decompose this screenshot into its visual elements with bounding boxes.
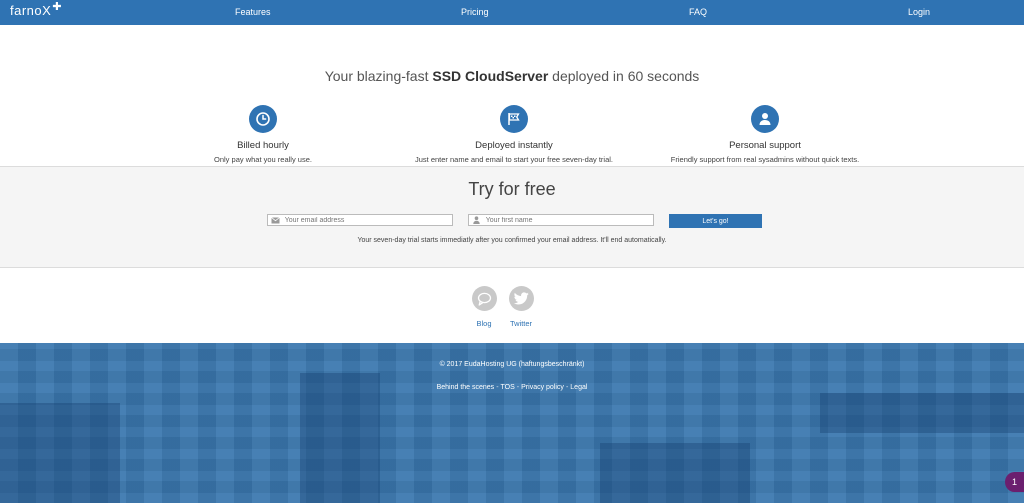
feature-deployed-instantly: Deployed instantly Just enter name and e… — [384, 105, 644, 164]
feature-title: Billed hourly — [237, 140, 289, 151]
email-input[interactable] — [282, 215, 452, 225]
footer-decor — [300, 373, 380, 503]
user-icon — [751, 105, 779, 133]
notification-badge[interactable]: 1 — [1005, 472, 1024, 492]
separator: - — [565, 384, 569, 391]
footer-link-tos[interactable]: TOS — [501, 384, 515, 391]
footer-link-privacy-policy[interactable]: Privacy policy — [521, 384, 564, 391]
blog-link[interactable]: Blog — [464, 319, 504, 328]
tagline-part: Your blazing-fast — [324, 68, 433, 84]
envelope-icon — [268, 216, 283, 224]
nav-link-login[interactable]: Login — [908, 7, 930, 17]
top-nav: farnoX ✚ Features Pricing FAQ Login — [0, 0, 1024, 25]
feature-personal-support: Personal support Friendly support from r… — [635, 105, 895, 164]
clock-icon — [249, 105, 277, 133]
feature-billed-hourly: Billed hourly Only pay what you really u… — [133, 105, 393, 164]
social-section: Blog Twitter — [0, 268, 1024, 343]
copyright: © 2017 EudaHosting UG (haftungsbeschränk… — [439, 361, 585, 368]
twitter-link[interactable]: Twitter — [501, 319, 541, 328]
logo-plus-icon: ✚ — [52, 1, 63, 13]
hero-section: Your blazing-fast SSD CloudServer deploy… — [0, 25, 1024, 167]
trial-note: Your seven-day trial starts immediatly a… — [357, 237, 667, 244]
chat-bubble-icon[interactable] — [471, 286, 497, 311]
nav-link-features[interactable]: Features — [235, 7, 271, 17]
email-field-wrapper — [267, 214, 453, 226]
page-tagline: Your blazing-fast SSD CloudServer deploy… — [0, 68, 1024, 84]
footer-link-legal[interactable]: Legal — [570, 384, 587, 391]
feature-desc: Only pay what you really use. — [214, 155, 312, 164]
social-blog[interactable]: Blog — [464, 286, 504, 328]
lets-go-button[interactable]: Let's go! — [669, 214, 762, 228]
user-small-icon — [469, 216, 484, 224]
separator: - — [516, 384, 520, 391]
feature-title: Deployed instantly — [475, 140, 553, 151]
feature-desc: Friendly support from real sysadmins wit… — [670, 155, 860, 164]
footer-decor — [820, 393, 1024, 433]
tagline-part: deployed in 60 seconds — [548, 68, 700, 84]
nav-link-pricing[interactable]: Pricing — [461, 7, 489, 17]
footer-decor — [600, 443, 750, 503]
trial-section: Try for free Let's go! Your seven-day tr… — [0, 167, 1024, 268]
footer: © 2017 EudaHosting UG (haftungsbeschränk… — [0, 343, 1024, 503]
footer-link-behind-the-scenes[interactable]: Behind the scenes — [437, 384, 495, 391]
separator: - — [496, 384, 499, 391]
social-twitter[interactable]: Twitter — [501, 286, 541, 328]
first-name-input[interactable] — [483, 215, 653, 225]
name-field-wrapper — [468, 214, 654, 226]
feature-title: Personal support — [729, 140, 801, 151]
twitter-icon[interactable] — [508, 286, 534, 311]
logo[interactable]: farnoX ✚ — [10, 1, 63, 18]
trial-title: Try for free — [468, 179, 556, 199]
footer-links: Behind the scenes - TOS - Privacy policy - Leg… — [0, 384, 1024, 391]
nav-link-faq[interactable]: FAQ — [689, 7, 707, 17]
tagline-bold: SSD CloudServer — [432, 68, 549, 84]
logo-text: farnoX — [10, 3, 52, 18]
footer-decor — [0, 403, 120, 503]
feature-desc: Just enter name and email to start your … — [414, 155, 613, 164]
flag-icon — [500, 105, 528, 133]
